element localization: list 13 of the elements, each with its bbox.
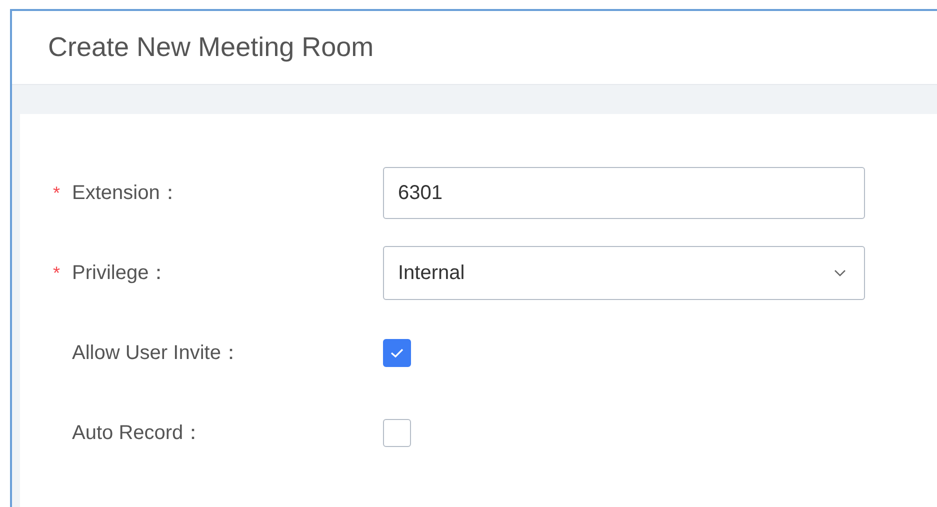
field-label: Privilege： (72, 261, 169, 286)
required-mark: * (53, 182, 62, 204)
field-label: Allow User Invite： (72, 341, 241, 366)
field-label: Auto Record： (72, 421, 204, 446)
check-icon (390, 348, 404, 358)
window-title: Create New Meeting Room (48, 31, 374, 64)
field-label: Extension： (72, 181, 180, 206)
checkbox[interactable] (383, 419, 411, 447)
required-mark: * (53, 262, 62, 284)
chevron-down-icon (834, 269, 846, 277)
extension-field[interactable]: 6301 (383, 167, 865, 219)
privilege-dropdown[interactable]: Internal (383, 246, 865, 300)
checkbox[interactable] (383, 339, 411, 367)
